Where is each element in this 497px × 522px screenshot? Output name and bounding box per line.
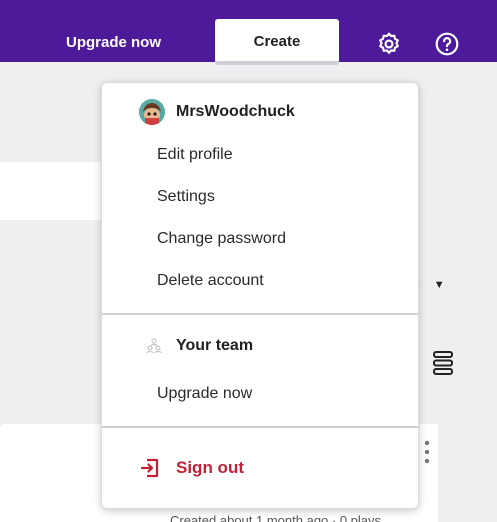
sign-out-icon <box>141 457 161 479</box>
sign-out-button[interactable]: Sign out <box>141 457 244 479</box>
list-view-icon[interactable] <box>432 350 454 381</box>
caret-down-icon: ▼ <box>433 279 445 291</box>
menu-item-settings[interactable]: Settings <box>102 177 420 217</box>
team-label: Your team <box>176 337 254 354</box>
sign-out-label: Sign out <box>176 458 244 477</box>
more-options-icon[interactable] <box>424 440 430 471</box>
top-bar: Upgrade now Create <box>0 0 497 65</box>
gear-icon[interactable] <box>375 30 403 58</box>
team-icon <box>146 338 162 354</box>
menu-item-edit-profile[interactable]: Edit profile <box>102 135 420 175</box>
menu-item-change-password[interactable]: Change password <box>102 219 420 259</box>
help-icon[interactable] <box>433 30 461 58</box>
quiz-meta-text: Created about 1 month ago · 0 plays <box>170 513 382 522</box>
background-panel <box>0 162 105 220</box>
menu-divider <box>102 426 420 428</box>
account-dropdown-menu: MrsWoodchuck Edit profile Settings Chang… <box>101 82 420 509</box>
create-button[interactable]: Create <box>215 19 339 65</box>
user-header: MrsWoodchuck <box>139 99 295 125</box>
menu-item-delete-account[interactable]: Delete account <box>102 261 420 301</box>
team-header: Your team <box>146 337 253 355</box>
avatar <box>139 99 165 125</box>
username-label: MrsWoodchuck <box>176 103 295 120</box>
menu-item-upgrade-now[interactable]: Upgrade now <box>102 374 420 414</box>
menu-divider <box>102 313 420 315</box>
upgrade-now-link[interactable]: Upgrade now <box>66 34 161 51</box>
